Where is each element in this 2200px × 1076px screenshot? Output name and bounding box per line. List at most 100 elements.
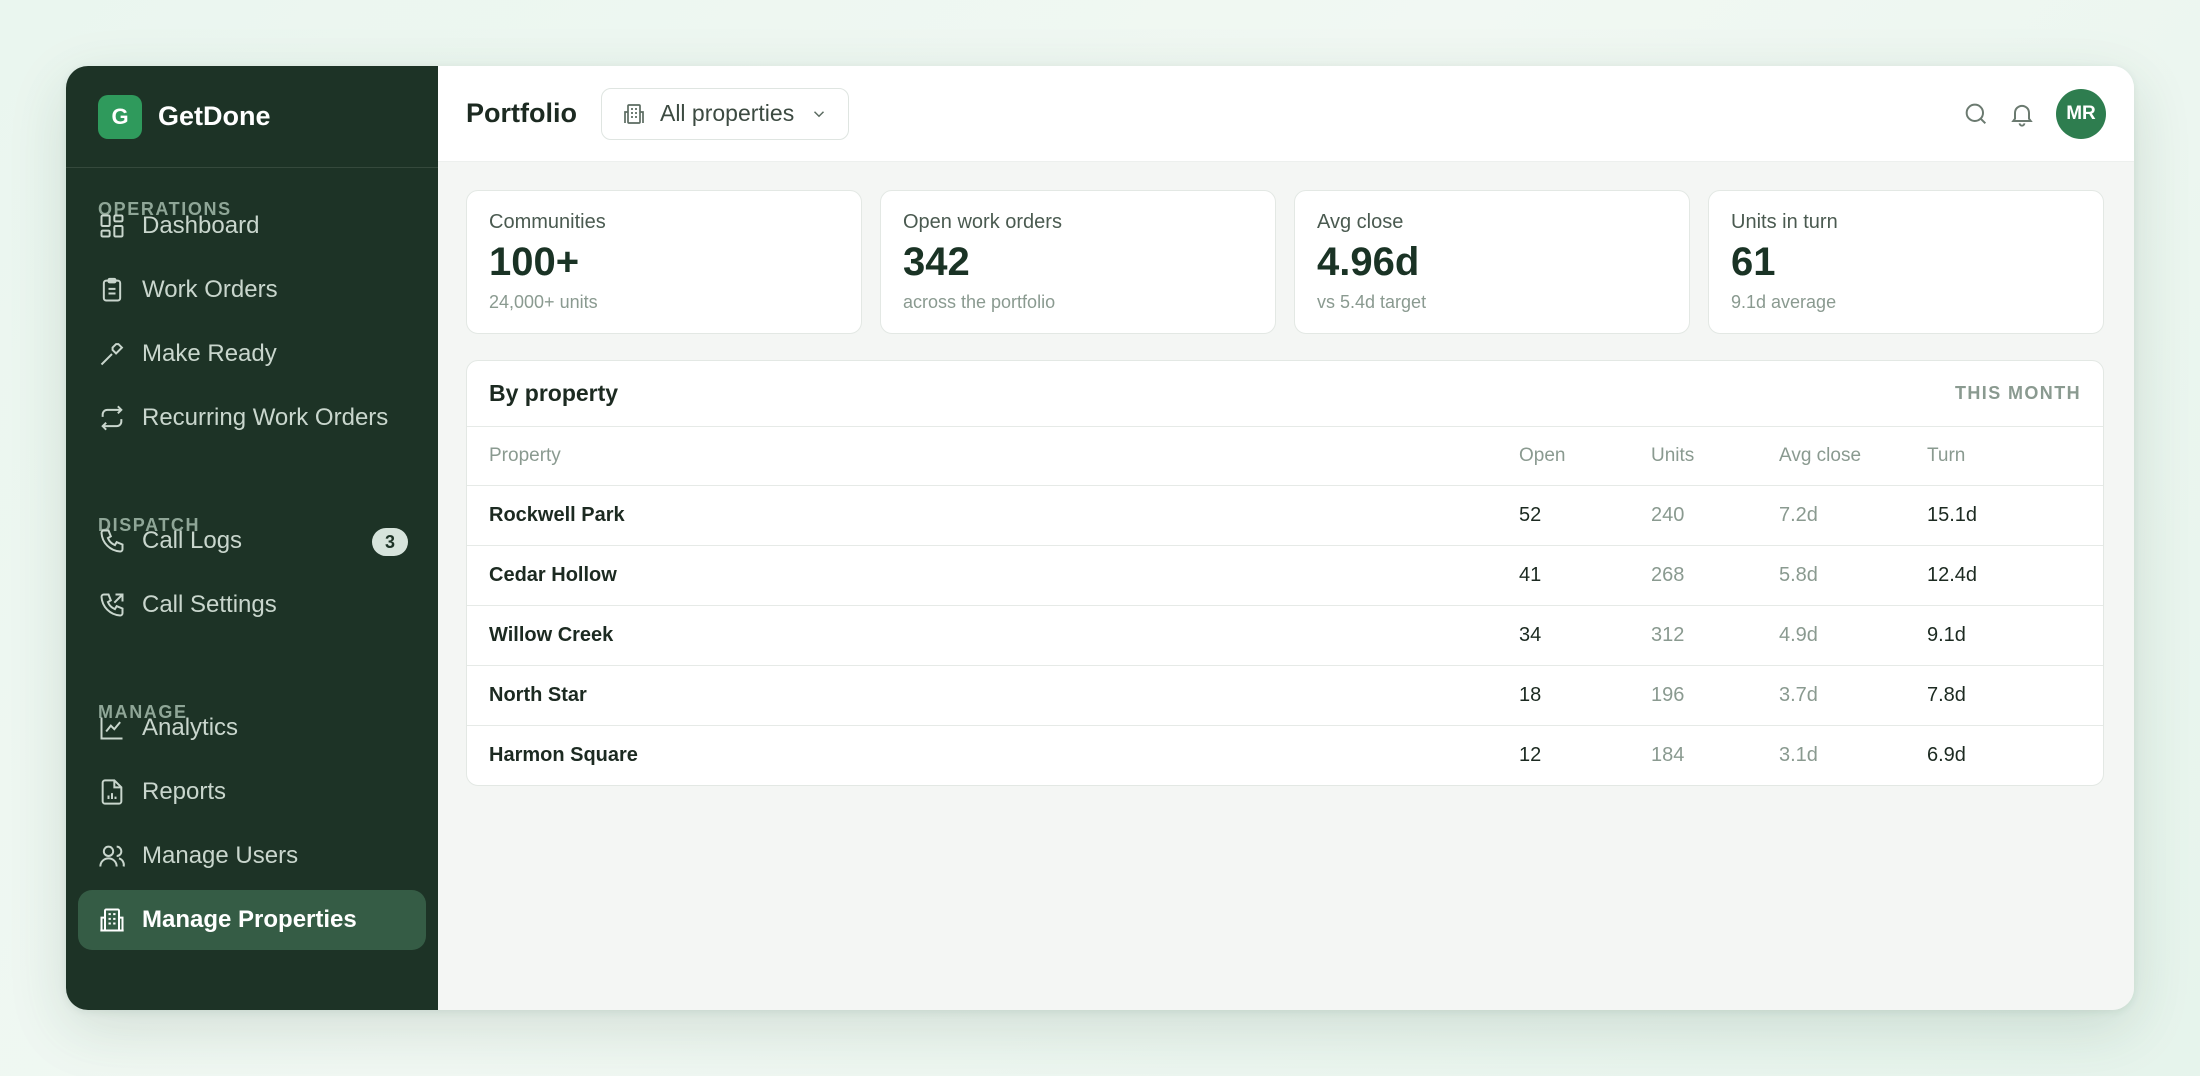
sidebar-item-analytics[interactable]: Analytics bbox=[78, 698, 426, 758]
cell-open: 18 bbox=[1519, 665, 1651, 726]
stat-value: 61 bbox=[1731, 240, 1776, 284]
app-window: G GetDone OPERATIONS Dashboard Work Orde… bbox=[66, 66, 2134, 1010]
cell-turn: 9.1d bbox=[1927, 605, 2103, 666]
dashboard-grid-icon bbox=[98, 212, 126, 240]
stat-subtext: across the portfolio bbox=[903, 292, 1056, 312]
hammer-icon bbox=[98, 340, 126, 368]
sidebar-item-label: Make Ready bbox=[142, 340, 277, 367]
cell-turn: 12.4d bbox=[1927, 545, 2103, 606]
column-header-avg-close[interactable]: Avg close bbox=[1779, 427, 1927, 486]
stat-card-units-in-turn: Units in turn 61 9.1d average bbox=[1708, 190, 2104, 334]
cell-units: 196 bbox=[1651, 665, 1779, 726]
phone-settings-icon bbox=[98, 591, 126, 619]
sidebar-item-call-settings[interactable]: Call Settings bbox=[78, 575, 426, 635]
table-row[interactable]: Harmon Square 12 184 3.1d 6.9d bbox=[467, 725, 2103, 785]
stats-row: Communities 100+ 24,000+ units Open work… bbox=[466, 190, 2104, 334]
table-row[interactable]: Rockwell Park 52 240 7.2d 15.1d bbox=[467, 485, 2103, 546]
table-row[interactable]: Cedar Hollow 41 268 5.8d 12.4d bbox=[467, 545, 2103, 606]
stat-value: 342 bbox=[903, 240, 970, 284]
notifications-button[interactable] bbox=[2002, 94, 2042, 134]
clipboard-icon bbox=[98, 276, 126, 304]
sidebar-item-label: Analytics bbox=[142, 714, 239, 741]
cell-property: Harmon Square bbox=[489, 743, 638, 766]
stat-label: Open work orders bbox=[903, 211, 1062, 233]
sidebar-item-work-orders[interactable]: Work Orders bbox=[78, 260, 426, 320]
stat-label: Avg close bbox=[1317, 211, 1404, 233]
search-icon bbox=[1962, 100, 1990, 128]
column-header-property[interactable]: Property bbox=[467, 427, 1519, 486]
building-icon bbox=[98, 906, 126, 934]
sidebar-item-label: Call Logs bbox=[142, 527, 243, 554]
property-filter-value: All properties bbox=[659, 100, 795, 126]
sidebar-item-label: Work Orders bbox=[142, 276, 278, 303]
brand-name: GetDone bbox=[158, 101, 271, 131]
column-header-open[interactable]: Open bbox=[1519, 427, 1651, 486]
cell-units: 268 bbox=[1651, 545, 1779, 606]
table-row[interactable]: North Star 18 196 3.7d 7.8d bbox=[467, 665, 2103, 726]
cell-property: Willow Creek bbox=[467, 605, 1519, 666]
by-property-panel: By property THIS MONTH Property Open Uni… bbox=[466, 360, 2104, 786]
cell-turn: 15.1d bbox=[1927, 485, 2103, 546]
page-title: Portfolio bbox=[466, 98, 577, 128]
column-header-turn[interactable]: Turn bbox=[1927, 427, 2103, 486]
sidebar-item-label: Call Settings bbox=[142, 591, 277, 618]
stat-subtext: 9.1d average bbox=[1731, 292, 1837, 312]
sidebar-item-make-ready[interactable]: Make Ready bbox=[78, 324, 426, 384]
user-avatar[interactable]: MR bbox=[2056, 88, 2106, 139]
topbar-actions: MR bbox=[1950, 88, 2106, 139]
brand[interactable]: G GetDone bbox=[66, 66, 438, 168]
cell-avg-close: 5.8d bbox=[1779, 545, 1927, 606]
main-content: Portfolio All properties MR Communities … bbox=[438, 66, 2134, 1010]
cell-avg-close: 3.1d bbox=[1779, 743, 1818, 766]
sidebar-item-manage-properties[interactable]: Manage Properties bbox=[78, 890, 426, 950]
sidebar-item-call-logs[interactable]: Call Logs 3 bbox=[78, 511, 426, 571]
cell-avg-close: 3.7d bbox=[1779, 665, 1927, 726]
column-header-units[interactable]: Units bbox=[1651, 427, 1779, 486]
sidebar-item-recurring-work-orders[interactable]: Recurring Work Orders bbox=[78, 388, 426, 448]
bell-icon bbox=[2008, 100, 2036, 128]
sidebar-item-reports[interactable]: Reports bbox=[78, 762, 426, 822]
stat-value: 100+ bbox=[489, 240, 580, 284]
sidebar: G GetDone OPERATIONS Dashboard Work Orde… bbox=[66, 66, 438, 1010]
panel-header: By property THIS MONTH bbox=[467, 361, 2103, 427]
repeat-icon bbox=[98, 404, 126, 432]
line-chart-icon bbox=[98, 714, 126, 742]
stat-subtext: vs 5.4d target bbox=[1317, 292, 1427, 312]
sidebar-item-manage-users[interactable]: Manage Users bbox=[78, 826, 426, 886]
stat-label: Units in turn bbox=[1731, 211, 1838, 233]
table-header-row: Property Open Units Avg close Turn bbox=[467, 427, 2103, 486]
cell-avg-close: 4.9d bbox=[1779, 605, 1927, 666]
cell-turn: 7.8d bbox=[1927, 665, 2103, 726]
cell-units: 312 bbox=[1651, 605, 1779, 666]
chevron-down-icon bbox=[810, 105, 828, 123]
cell-units: 184 bbox=[1651, 743, 1685, 766]
time-range-label[interactable]: THIS MONTH bbox=[1955, 383, 2081, 404]
stat-card-open-work-orders: Open work orders 342 across the portfoli… bbox=[880, 190, 1276, 334]
table-row[interactable]: Willow Creek 34 312 4.9d 9.1d bbox=[467, 605, 2103, 666]
sidebar-item-label: Manage Users bbox=[142, 842, 299, 869]
sidebar-item-dashboard[interactable]: Dashboard bbox=[78, 196, 426, 256]
search-button[interactable] bbox=[1956, 94, 1996, 134]
sidebar-item-label: Reports bbox=[142, 778, 227, 805]
panel-title: By property bbox=[489, 380, 619, 406]
building-icon bbox=[622, 102, 646, 126]
stat-label: Communities bbox=[489, 211, 606, 233]
brand-logo: G bbox=[98, 94, 142, 139]
topbar: Portfolio All properties MR bbox=[438, 66, 2134, 162]
stat-subtext: 24,000+ units bbox=[489, 292, 598, 312]
cell-avg-close: 7.2d bbox=[1779, 485, 1927, 546]
cell-open: 41 bbox=[1519, 545, 1651, 606]
report-file-icon bbox=[98, 778, 126, 806]
sidebar-item-label: Dashboard bbox=[142, 212, 260, 239]
cell-property: North Star bbox=[467, 665, 1519, 726]
phone-icon bbox=[98, 527, 126, 555]
cell-open: 34 bbox=[1519, 605, 1651, 666]
cell-open: 12 bbox=[1519, 743, 1542, 766]
cell-property: Rockwell Park bbox=[467, 485, 1519, 546]
cell-turn: 6.9d bbox=[1927, 743, 1966, 766]
sidebar-item-label: Recurring Work Orders bbox=[142, 404, 389, 431]
cell-units: 240 bbox=[1651, 485, 1779, 546]
cell-property: Cedar Hollow bbox=[467, 545, 1519, 606]
stat-card-communities: Communities 100+ 24,000+ units bbox=[466, 190, 862, 334]
property-filter-dropdown[interactable]: All properties bbox=[600, 87, 850, 140]
